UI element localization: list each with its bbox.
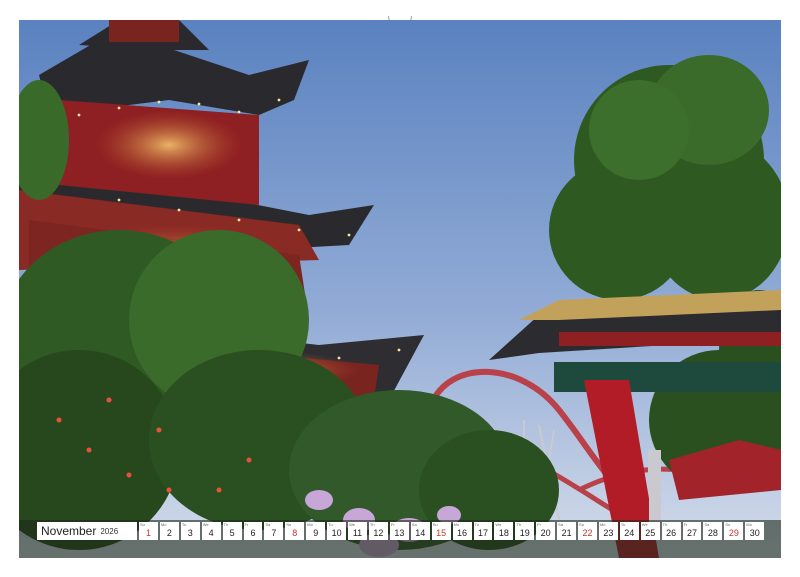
- day-cell: Su 8: [285, 522, 305, 540]
- day-number: 16: [457, 528, 468, 538]
- day-cell: Fr 27: [682, 522, 702, 540]
- day-number: 15: [436, 528, 447, 538]
- day-number: 4: [208, 528, 214, 538]
- day-cell: Mo 16: [452, 522, 472, 540]
- day-cell: Th 26: [661, 522, 681, 540]
- day-number: 28: [707, 528, 718, 538]
- weekday-label: Su: [579, 522, 584, 527]
- day-cell: Th 5: [222, 522, 242, 540]
- weekday-label: Th: [223, 522, 229, 527]
- day-number: 9: [313, 528, 319, 538]
- day-cell: Fr 20: [536, 522, 556, 540]
- weekday-label: Sa: [558, 522, 564, 527]
- day-cell: We 11: [348, 522, 367, 540]
- day-cell: Mo 30: [745, 522, 765, 540]
- weekday-label: We: [641, 522, 648, 527]
- day-cell: Sa 28: [703, 522, 723, 540]
- weekday-label: Sa: [411, 522, 417, 527]
- day-cell: Mo 2: [159, 522, 179, 540]
- day-cell: We 4: [201, 522, 221, 540]
- day-number: 8: [292, 528, 298, 538]
- weekday-label: We: [202, 522, 209, 527]
- day-number: 11: [352, 528, 363, 538]
- day-cell: Tu 3: [180, 522, 200, 540]
- day-cell: Sa 14: [410, 522, 430, 540]
- weekday-label: Mo: [599, 522, 606, 527]
- tivoli-pagoda-scene: [19, 20, 781, 558]
- day-number: 21: [561, 528, 572, 538]
- day-number: 29: [728, 528, 739, 538]
- day-cell: Th 19: [515, 522, 535, 540]
- weekday-label: Su: [286, 522, 292, 527]
- weekday-label: Fr: [537, 522, 541, 527]
- day-number: 5: [229, 528, 235, 538]
- day-cell: Tu 17: [473, 522, 493, 540]
- weekday-label: Th: [662, 522, 668, 527]
- day-cell: Su 15: [431, 522, 451, 540]
- day-number: 19: [519, 528, 530, 538]
- weekday-label: Tu: [181, 522, 187, 527]
- weekday-label: Fr: [683, 522, 688, 527]
- calendar-photo: [19, 20, 781, 558]
- day-number: 25: [645, 528, 656, 538]
- calendar-strip: November 2026 Su 1 Mo 2 Tu 3 We 4 Th 5 Fr 6 Sa 7 Su 8 Mo…: [37, 522, 765, 540]
- day-number: 30: [749, 528, 760, 538]
- day-number: 26: [666, 528, 677, 538]
- weekday-label: Su: [432, 522, 438, 527]
- day-number: 27: [687, 528, 698, 538]
- weekday-label: Fr: [390, 522, 395, 527]
- weekday-label: Th: [516, 522, 521, 527]
- day-number: 14: [415, 528, 426, 538]
- weekday-label: We: [349, 522, 355, 527]
- weekday-label: Tu: [620, 522, 626, 527]
- day-number: 22: [582, 528, 593, 538]
- day-cell: Su 1: [139, 522, 158, 540]
- day-cells: Su 1 Mo 2 Tu 3 We 4 Th 5 Fr 6 Sa 7 Su 8 Mo 9 Tu 10 We 11 Th 12 F…: [139, 522, 765, 540]
- weekday-label: We: [495, 522, 502, 527]
- day-cell: Tu 24: [619, 522, 639, 540]
- day-cell: Fr 6: [243, 522, 263, 540]
- day-number: 20: [540, 528, 551, 538]
- weekday-label: Sa: [265, 522, 271, 527]
- day-number: 7: [271, 528, 277, 538]
- weekday-label: Tu: [474, 522, 480, 527]
- weekday-label: Mo: [307, 522, 313, 527]
- weekday-label: Su: [140, 522, 145, 527]
- day-cell: Th 12: [368, 522, 388, 540]
- day-number: 18: [498, 528, 509, 538]
- day-number: 17: [477, 528, 488, 538]
- day-number: 13: [394, 528, 405, 538]
- day-number: 24: [624, 528, 635, 538]
- day-number: 3: [187, 528, 193, 538]
- day-cell: Fr 13: [389, 522, 409, 540]
- day-number: 23: [603, 528, 614, 538]
- weekday-label: Th: [369, 522, 375, 527]
- day-cell: Su 29: [724, 522, 744, 540]
- calendar-page: November 2026 Su 1 Mo 2 Tu 3 We 4 Th 5 Fr 6 Sa 7 Su 8 Mo…: [0, 0, 800, 577]
- weekday-label: Fr: [244, 522, 249, 527]
- weekday-label: Mo: [746, 522, 752, 527]
- month-name: November: [41, 524, 97, 538]
- day-number: 10: [331, 528, 342, 538]
- day-cell: Tu 10: [327, 522, 347, 540]
- year-label: 2026: [100, 526, 119, 536]
- day-number: 1: [145, 528, 151, 538]
- day-cell: Mo 9: [306, 522, 326, 540]
- month-label: November 2026: [37, 522, 137, 540]
- day-cell: We 25: [640, 522, 660, 540]
- day-cell: Sa 21: [557, 522, 577, 540]
- weekday-label: Mo: [160, 522, 167, 527]
- day-cell: Sa 7: [264, 522, 284, 540]
- day-number: 6: [250, 528, 256, 538]
- day-cell: We 18: [494, 522, 514, 540]
- weekday-label: Su: [725, 522, 731, 527]
- day-cell: Mo 23: [598, 522, 618, 540]
- day-number: 2: [166, 528, 172, 538]
- weekday-label: Mo: [453, 522, 460, 527]
- weekday-label: Tu: [328, 522, 333, 527]
- weekday-label: Sa: [704, 522, 710, 527]
- day-number: 12: [373, 528, 384, 538]
- day-cell: Su 22: [578, 522, 597, 540]
